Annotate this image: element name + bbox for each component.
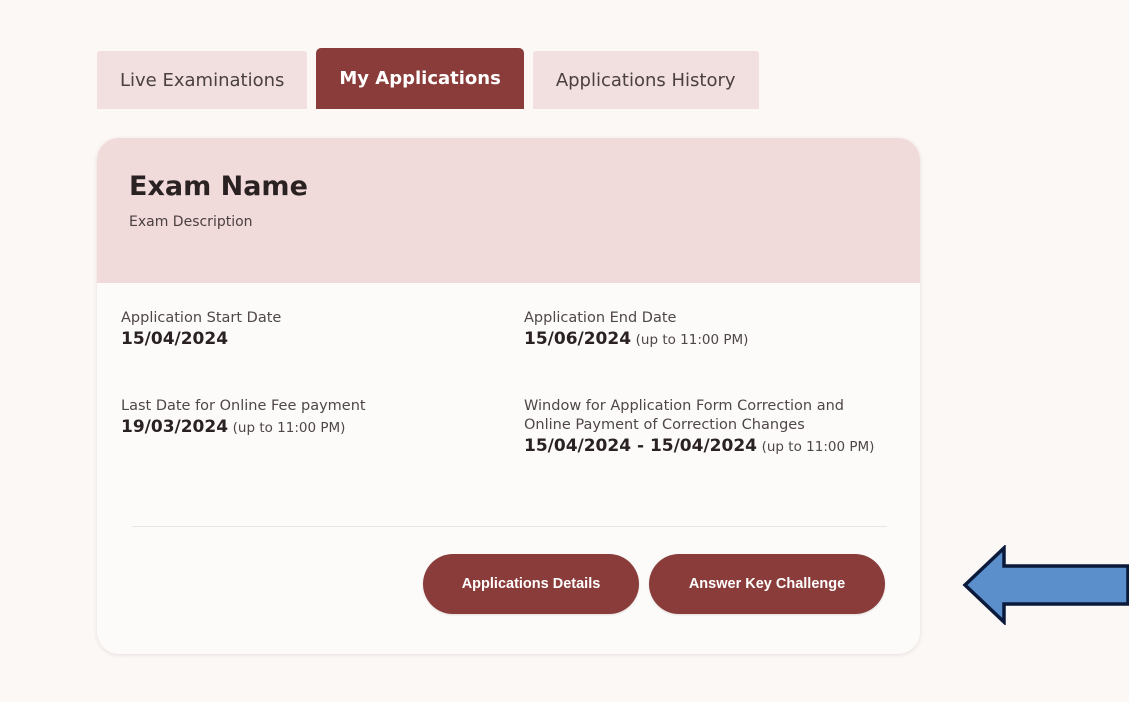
tab-applications-history[interactable]: Applications History: [532, 51, 759, 109]
field-value: 15/04/2024 - 15/04/2024: [524, 435, 757, 456]
exam-name: Exam Name: [129, 171, 308, 202]
exam-description: Exam Description: [129, 214, 253, 231]
field-note: (up to 11:00 PM): [232, 419, 346, 436]
left-arrow-icon: [962, 545, 1129, 625]
application-end-date: Application End Date 15/06/2024 (up to 1…: [524, 309, 748, 350]
field-label: Application Start Date: [121, 310, 282, 326]
application-start-date: Application Start Date 15/04/2024: [121, 309, 281, 350]
field-note: (up to 11:00 PM): [635, 331, 749, 348]
answer-key-challenge-button[interactable]: Answer Key Challenge: [649, 554, 885, 614]
last-date-fee-payment: Last Date for Online Fee payment 19/03/2…: [121, 397, 366, 438]
field-value: 15/06/2024: [524, 328, 632, 349]
tab-label: Applications History: [555, 69, 736, 91]
tab-label: My Applications: [339, 68, 501, 89]
field-value: 15/04/2024: [121, 328, 229, 349]
tab-live-examinations[interactable]: Live Examinations: [97, 51, 308, 109]
field-value: 19/03/2024: [121, 416, 229, 437]
field-label: Window for Application Form Correction a…: [524, 398, 844, 414]
tab-label: Live Examinations: [120, 69, 285, 91]
field-label: Online Payment of Correction Changes: [524, 416, 805, 433]
field-label: Application End Date: [524, 310, 677, 326]
tab-my-applications[interactable]: My Applications: [316, 48, 524, 109]
exam-card-header: Exam Name Exam Description: [97, 138, 920, 283]
tab-bar: Live Examinations My Applications Applic…: [97, 48, 759, 109]
exam-card: Exam Name Exam Description Application S…: [97, 138, 920, 654]
field-note: (up to 11:00 PM): [761, 438, 875, 455]
correction-window: Window for Application Form Correction a…: [524, 397, 874, 457]
field-label: Last Date for Online Fee payment: [121, 398, 366, 414]
applications-details-button[interactable]: Applications Details: [423, 554, 639, 614]
card-divider: [132, 526, 887, 527]
